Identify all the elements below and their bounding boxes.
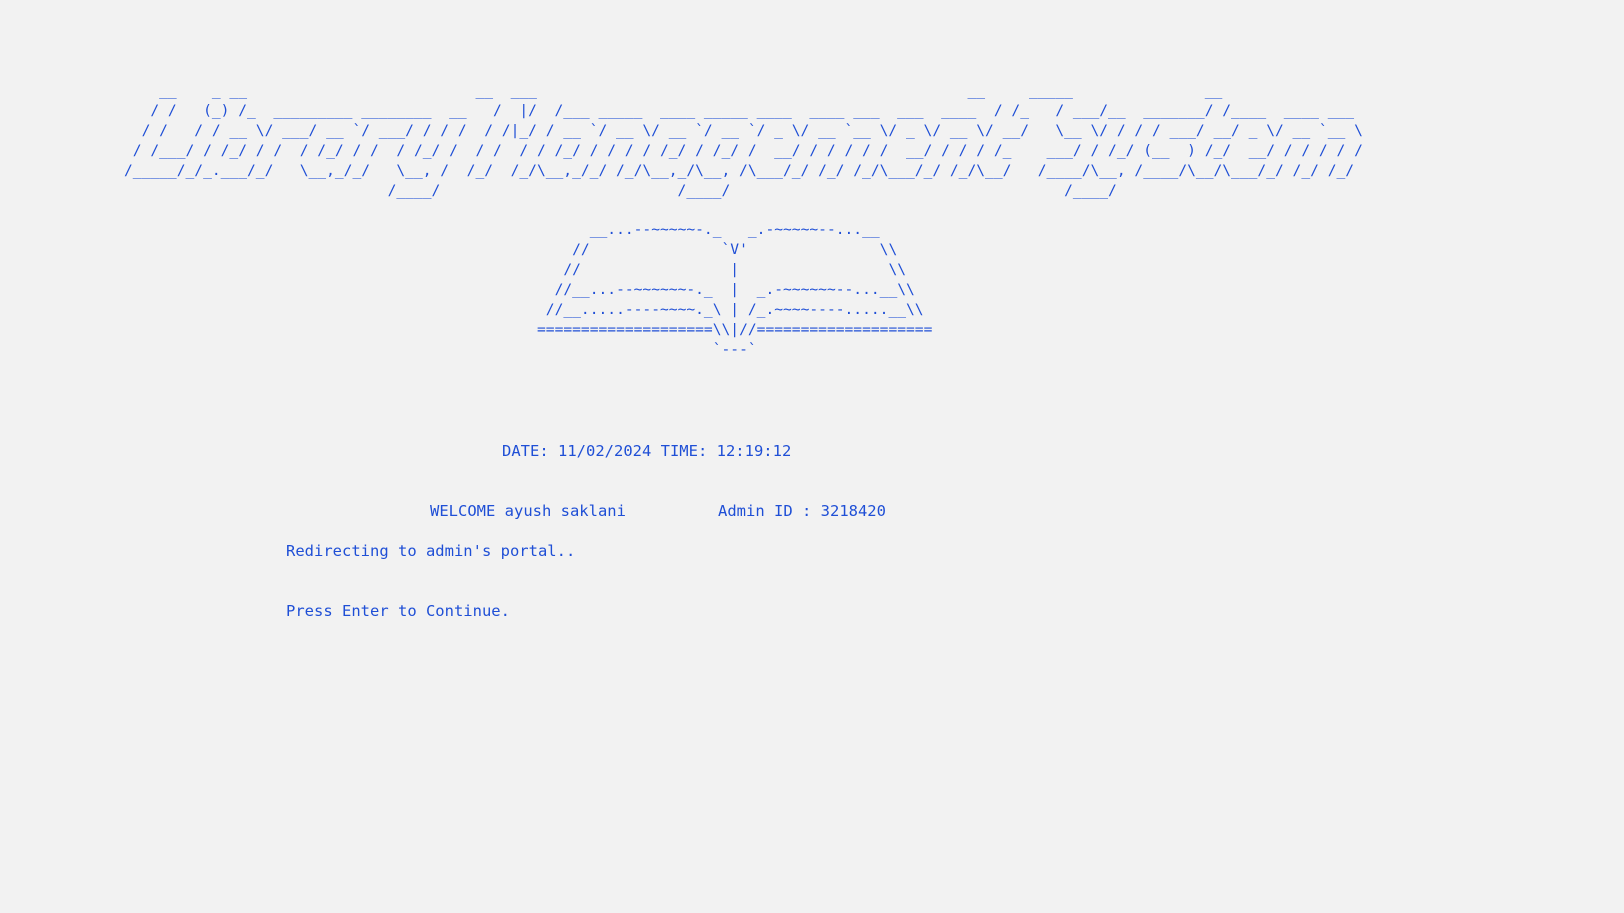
date-time-line: DATE: 11/02/2024 TIME: 12:19:12 (502, 442, 792, 460)
library-management-system-banner: __ _ __ __ ___ __ _____ __ / / (_) /_ __… (124, 82, 1363, 199)
console-window[interactable]: __ _ __ __ ___ __ _____ __ / / (_) /_ __… (0, 0, 1624, 913)
redirect-message: Redirecting to admin's portal.. (286, 542, 576, 560)
open-book-art: __...--~~~~~-._ _.-~~~~~--...__ // `V' \… (537, 221, 933, 358)
welcome-message: WELCOME ayush saklani (430, 502, 626, 520)
continue-prompt: Press Enter to Continue. (286, 602, 510, 620)
admin-id: Admin ID : 3218420 (718, 502, 886, 520)
